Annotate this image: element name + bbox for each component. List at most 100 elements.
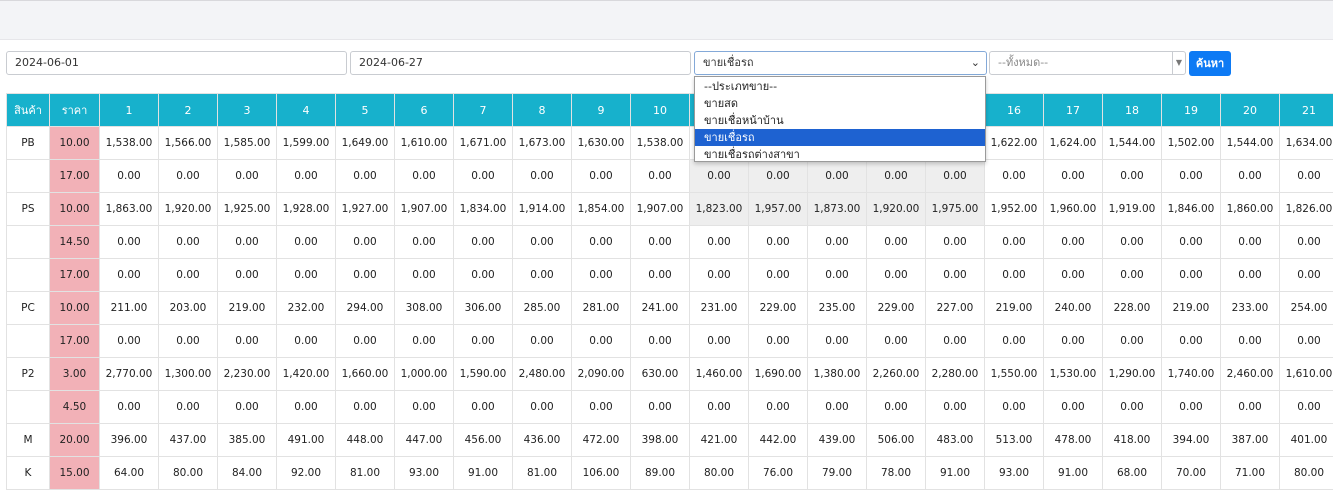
- product-cell: [7, 325, 50, 358]
- value-cell: 232.00: [277, 292, 336, 325]
- value-cell: 421.00: [690, 424, 749, 457]
- value-cell: 240.00: [1044, 292, 1103, 325]
- table-row: PS10.001,863.001,920.001,925.001,928.001…: [7, 193, 1333, 226]
- value-cell: 106.00: [572, 457, 631, 490]
- value-cell: 1,460.00: [690, 358, 749, 391]
- value-cell: 0.00: [395, 391, 454, 424]
- value-cell: 229.00: [867, 292, 926, 325]
- sale-type-select[interactable]: ขายเชื่อรถ ⌄: [694, 51, 987, 75]
- value-cell: 0.00: [513, 325, 572, 358]
- value-cell: 91.00: [1044, 457, 1103, 490]
- column-header-product: สินค้า: [7, 94, 50, 127]
- value-cell: 0.00: [513, 226, 572, 259]
- value-cell: 1,826.00: [1280, 193, 1333, 226]
- price-cell: 4.50: [50, 391, 100, 424]
- value-cell: 1,860.00: [1221, 193, 1280, 226]
- column-header-day: 8: [513, 94, 572, 127]
- value-cell: 0.00: [454, 391, 513, 424]
- value-cell: 1,846.00: [1162, 193, 1221, 226]
- date-from-input[interactable]: 2024-06-01: [6, 51, 347, 75]
- value-cell: 1,928.00: [277, 193, 336, 226]
- table-row: 17.000.000.000.000.000.000.000.000.000.0…: [7, 259, 1333, 292]
- value-cell: 1,907.00: [395, 193, 454, 226]
- value-cell: 1,550.00: [985, 358, 1044, 391]
- value-cell: 0.00: [867, 160, 926, 193]
- dropdown-option-selected[interactable]: ขายเชื่อรถ: [695, 129, 985, 146]
- value-cell: 2,280.00: [926, 358, 985, 391]
- value-cell: 231.00: [690, 292, 749, 325]
- value-cell: 0.00: [395, 325, 454, 358]
- dropdown-option[interactable]: ขายสด: [695, 95, 985, 112]
- value-cell: 0.00: [1221, 325, 1280, 358]
- table-row: PB10.001,538.001,566.001,585.001,599.001…: [7, 127, 1333, 160]
- value-cell: 1,380.00: [808, 358, 867, 391]
- value-cell: 71.00: [1221, 457, 1280, 490]
- dropdown-option[interactable]: --ประเภทขาย--: [695, 78, 985, 95]
- value-cell: 1,673.00: [513, 127, 572, 160]
- sale-type-dropdown-list[interactable]: --ประเภทขาย-- ขายสด ขายเชื่อหน้าบ้าน ขาย…: [694, 76, 986, 162]
- value-cell: 0.00: [454, 160, 513, 193]
- value-cell: 0.00: [1162, 325, 1221, 358]
- value-cell: 84.00: [218, 457, 277, 490]
- all-filter-select[interactable]: --ทั้งหมด-- ▼: [989, 51, 1186, 75]
- value-cell: 2,460.00: [1221, 358, 1280, 391]
- value-cell: 0.00: [1221, 226, 1280, 259]
- value-cell: 91.00: [926, 457, 985, 490]
- value-cell: 0.00: [808, 391, 867, 424]
- value-cell: 241.00: [631, 292, 690, 325]
- value-cell: 0.00: [572, 226, 631, 259]
- value-cell: 0.00: [277, 391, 336, 424]
- value-cell: 78.00: [867, 457, 926, 490]
- search-button[interactable]: ค้นหา: [1189, 51, 1231, 76]
- value-cell: 1,919.00: [1103, 193, 1162, 226]
- price-cell: 17.00: [50, 325, 100, 358]
- product-cell: [7, 226, 50, 259]
- value-cell: 308.00: [395, 292, 454, 325]
- product-cell: M: [7, 424, 50, 457]
- value-cell: 0.00: [1280, 391, 1333, 424]
- product-cell: [7, 259, 50, 292]
- value-cell: 0.00: [631, 391, 690, 424]
- value-cell: 0.00: [926, 391, 985, 424]
- value-cell: 0.00: [690, 226, 749, 259]
- value-cell: 0.00: [218, 226, 277, 259]
- value-cell: 1,538.00: [631, 127, 690, 160]
- dropdown-option[interactable]: ขายเชื่อหน้าบ้าน: [695, 112, 985, 129]
- value-cell: 0.00: [1280, 226, 1333, 259]
- value-cell: 0.00: [749, 259, 808, 292]
- top-bar: [0, 0, 1333, 40]
- dropdown-option[interactable]: ขายเชื่อรถต่างสาขา: [695, 146, 985, 163]
- value-cell: 447.00: [395, 424, 454, 457]
- value-cell: 285.00: [513, 292, 572, 325]
- value-cell: 1,649.00: [336, 127, 395, 160]
- value-cell: 0.00: [100, 391, 159, 424]
- value-cell: 0.00: [1162, 160, 1221, 193]
- value-cell: 0.00: [159, 325, 218, 358]
- value-cell: 0.00: [159, 391, 218, 424]
- value-cell: 1,585.00: [218, 127, 277, 160]
- product-cell: K: [7, 457, 50, 490]
- chevron-down-icon: ▼: [1172, 52, 1185, 74]
- column-header-day: 9: [572, 94, 631, 127]
- column-header-day: 16: [985, 94, 1044, 127]
- value-cell: 2,260.00: [867, 358, 926, 391]
- value-cell: 1,630.00: [572, 127, 631, 160]
- value-cell: 0.00: [631, 259, 690, 292]
- value-cell: 1,952.00: [985, 193, 1044, 226]
- value-cell: 1,925.00: [218, 193, 277, 226]
- value-cell: 68.00: [1103, 457, 1162, 490]
- value-cell: 1,624.00: [1044, 127, 1103, 160]
- column-header-price: ราคา: [50, 94, 100, 127]
- value-cell: 0.00: [336, 391, 395, 424]
- date-to-input[interactable]: 2024-06-27: [350, 51, 691, 75]
- value-cell: 80.00: [690, 457, 749, 490]
- price-cell: 14.50: [50, 226, 100, 259]
- value-cell: 0.00: [985, 391, 1044, 424]
- value-cell: 0.00: [690, 391, 749, 424]
- value-cell: 92.00: [277, 457, 336, 490]
- value-cell: 506.00: [867, 424, 926, 457]
- price-cell: 10.00: [50, 127, 100, 160]
- value-cell: 0.00: [513, 391, 572, 424]
- column-header-day: 19: [1162, 94, 1221, 127]
- value-cell: 1,914.00: [513, 193, 572, 226]
